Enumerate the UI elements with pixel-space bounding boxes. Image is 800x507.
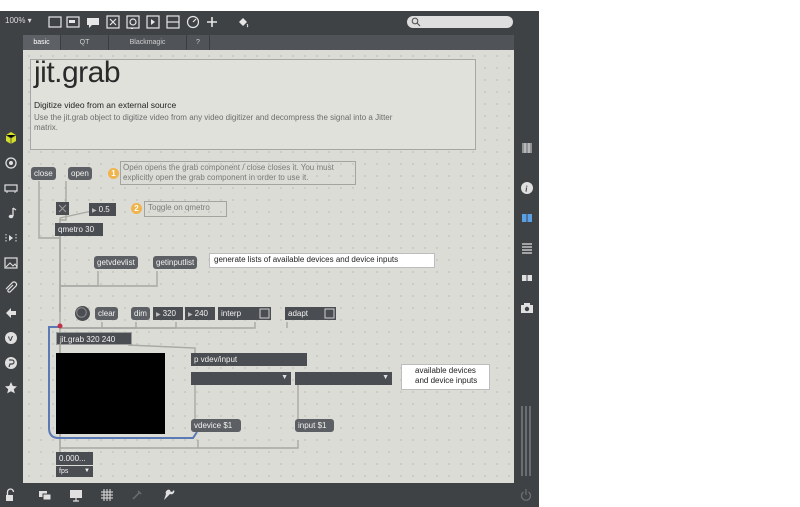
dim-height-number[interactable]: 240 [185,307,215,320]
cpu-meter [521,406,533,476]
package-icon[interactable] [4,131,18,145]
plugin-icon[interactable] [4,306,18,320]
music-note-icon[interactable] [4,206,18,220]
toggle-qmetro-comment: Toggle on qmetro [148,203,210,212]
tab-qt[interactable]: QT [61,35,109,50]
getvdevlist-message[interactable]: getvdevlist [94,256,138,269]
star-icon[interactable] [4,381,18,395]
paint-bucket-icon[interactable] [236,15,250,29]
dim-message[interactable]: dim [131,307,150,320]
message-icon[interactable] [146,15,160,29]
fps-label: fps [59,468,69,475]
checkbox-icon [324,308,335,319]
debug-icon[interactable] [130,488,144,502]
bottom-toolbar [0,483,539,507]
qmetro-object[interactable]: qmetro 30 [55,223,103,236]
help-subtitle: Digitize video from an external source [34,100,177,110]
lists-comment: generate lists of available devices and … [209,253,435,268]
input-umenu[interactable]: ▼ [295,372,392,385]
zoom-menu[interactable]: 100% ▾ [5,16,32,25]
list-icon[interactable] [520,241,534,255]
windows-icon[interactable] [38,488,52,502]
note-badge-1: 1 [108,168,119,179]
fps-menu[interactable]: fps ▼ [56,466,93,477]
jit-pwindow-display[interactable] [56,353,165,434]
chevron-down-icon: ▼ [281,374,288,381]
max-patcher-window: 100% ▾ basic QT Blackmagic ? i jit.grab … [0,11,539,507]
jit-grab-object[interactable]: jit.grab 320 240 [56,332,132,345]
device-umenu[interactable]: ▼ [191,372,291,385]
interp-checkbox[interactable] [258,307,271,320]
devices-comment: available devices and device inputs [401,364,490,390]
note-badge-2: 2 [131,203,142,214]
vdevice-message[interactable]: vdevice $1 [191,419,241,432]
close-message[interactable]: close [31,167,56,180]
image-icon[interactable] [4,256,18,270]
top-toolbar: 100% ▾ [0,11,539,33]
lock-icon[interactable] [4,488,18,502]
search-input[interactable] [407,16,513,28]
grid-icon[interactable] [100,488,114,502]
vdev-input-subpatcher[interactable]: p vdev/input [191,353,307,366]
keyboard-icon[interactable] [4,181,18,195]
rate-number-box[interactable]: 0.5 [89,203,116,216]
help-title: jit.grab [34,56,121,89]
qmetro-toggle[interactable] [56,202,69,215]
getinputlist-message[interactable]: getinputlist [153,256,198,269]
chevron-down-icon: ▼ [382,374,389,381]
info-icon[interactable]: i [520,181,534,195]
wrench-icon[interactable] [162,488,176,502]
comment-icon[interactable] [86,15,100,29]
bang-circle-icon [76,307,87,318]
grid-list-icon[interactable] [520,141,534,155]
power-icon[interactable] [519,488,533,502]
fps-number-box[interactable]: 0.000... [56,452,93,465]
help-description: Use the jit.grab object to digitize vide… [34,113,393,132]
help-header-panel: jit.grab Digitize video from an external… [30,56,476,150]
snapshot-icon[interactable] [520,301,534,315]
toggle-icon[interactable] [126,15,140,30]
dial-icon[interactable] [186,15,200,29]
reference-book-icon[interactable] [520,211,534,225]
inspector-icon[interactable] [66,15,80,29]
dim-width-number[interactable]: 320 [153,307,183,320]
vimeo-icon[interactable] [4,331,18,345]
open-message[interactable]: open [68,167,92,180]
add-object-icon[interactable] [205,15,219,29]
adapt-checkbox[interactable] [323,307,336,320]
checkbox-icon [259,308,270,319]
clear-message[interactable]: clear [95,307,119,320]
patcher-canvas[interactable]: jit.grab Digitize video from an external… [23,50,514,483]
button-icon[interactable] [166,15,180,29]
chevron-down-icon: ▼ [84,468,90,474]
paperclip-icon[interactable] [4,281,18,295]
docs-icon[interactable] [520,271,534,285]
bang-button[interactable] [75,306,90,321]
left-sidebar [0,33,22,483]
record-icon[interactable] [4,156,18,170]
tab-blackmagic[interactable]: Blackmagic [109,35,187,50]
tab-basic[interactable]: basic [23,35,61,50]
sequence-icon[interactable] [4,231,18,245]
search-icon [411,17,421,27]
presentation-mode-icon[interactable] [69,488,83,502]
bang-icon[interactable] [106,15,120,29]
help-tabs: basic QT Blackmagic ? [23,35,514,50]
interp-attrui[interactable]: interp [218,307,258,320]
bpatcher-icon[interactable] [4,356,18,370]
tab-help[interactable]: ? [187,35,210,50]
input-message[interactable]: input $1 [295,419,334,432]
open-close-comment: Open opens the grab component / close cl… [123,163,334,182]
presentation-icon[interactable] [48,15,62,29]
adapt-attrui[interactable]: adapt [285,307,323,320]
toggle-x-icon [58,204,67,213]
